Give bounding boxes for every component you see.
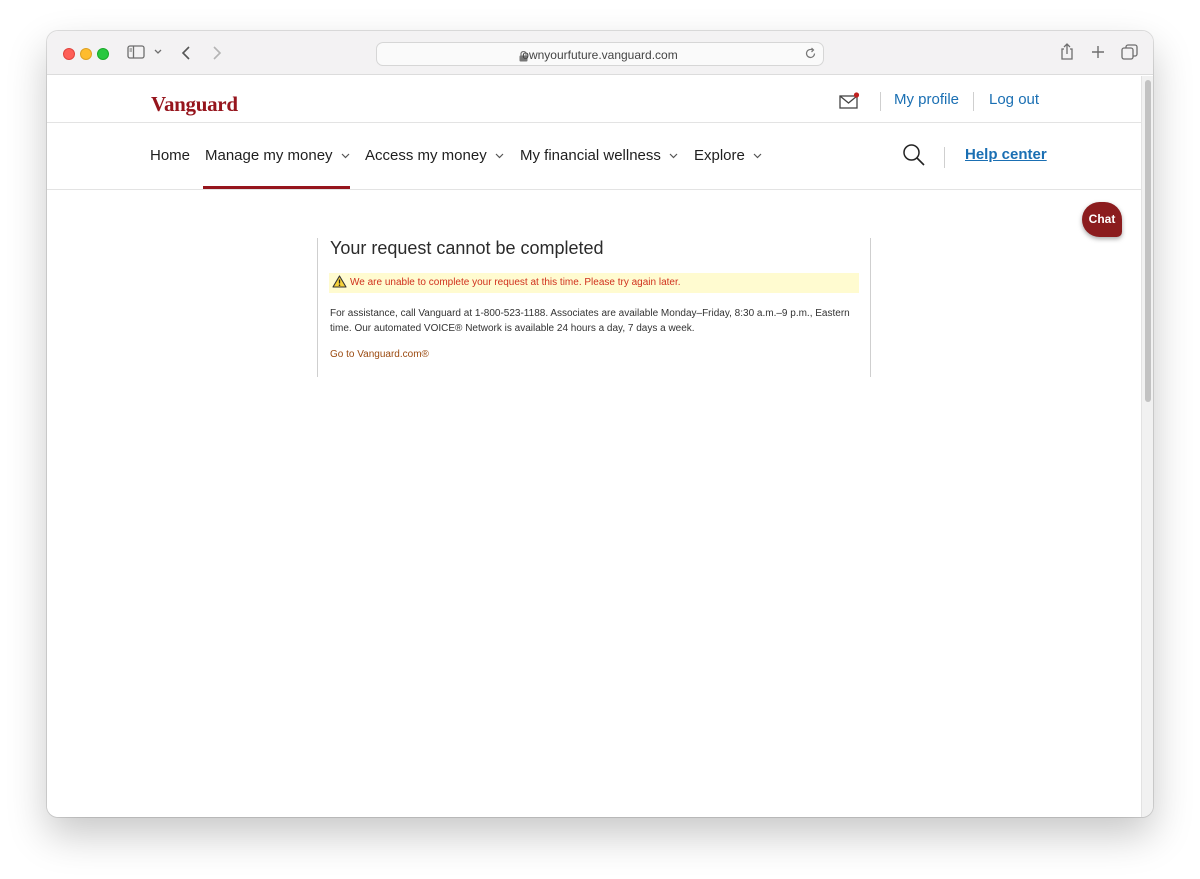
chevron-down-icon [753,146,762,163]
error-alert-text: We are unable to complete your request a… [350,277,681,288]
go-to-vanguard-link[interactable]: Go to Vanguard.com® [330,349,429,360]
nav-item-explore[interactable]: Explore [694,147,762,165]
forward-icon[interactable] [212,45,222,61]
nav-item-access-my-money[interactable]: Access my money [365,147,504,165]
address-bar[interactable]: ownyourfuture.vanguard.com [376,42,824,66]
nav-item-my-financial-wellness[interactable]: My financial wellness [520,147,678,165]
sidebar-toggle-icon[interactable] [127,45,145,59]
browser-toolbar: ownyourfuture.vanguard.com [47,31,1153,75]
chevron-down-icon [341,146,350,163]
tab-overview-icon[interactable] [1121,44,1138,61]
nav-item-manage-my-money[interactable]: Manage my money [205,147,350,165]
back-icon[interactable] [181,45,191,61]
assistance-line: time. Our automated VOICE® Network is av… [330,323,695,334]
page-content: Vanguard My profile Log out Home Manage … [47,76,1141,817]
nav-item-label: Explore [694,147,745,164]
nav-item-label: Manage my money [205,147,333,164]
zoom-window-button[interactable] [97,48,109,60]
minimize-window-button[interactable] [80,48,92,60]
new-tab-icon[interactable] [1091,45,1105,59]
assistance-text: For assistance, call Vanguard at 1-800-5… [330,306,860,336]
nav-item-label: Access my money [365,147,487,164]
search-icon[interactable] [902,143,926,172]
vanguard-logo[interactable]: Vanguard [151,92,238,117]
nav-divider-line [47,189,1141,190]
mail-icon[interactable] [839,92,861,115]
assistance-line: For assistance, call Vanguard at 1-800-5… [330,308,850,319]
nav-item-label: My financial wellness [520,147,661,164]
error-alert: We are unable to complete your request a… [329,273,859,293]
chat-button[interactable]: Chat [1082,202,1122,237]
header-divider [973,92,974,111]
header-divider-line [47,122,1141,123]
header-divider [880,92,881,111]
warning-icon [332,275,347,293]
nav-item-home[interactable]: Home [150,147,190,164]
reload-icon[interactable] [804,47,817,65]
url-text: ownyourfuture.vanguard.com [522,48,678,62]
close-window-button[interactable] [63,48,75,60]
share-icon[interactable] [1060,43,1074,61]
chevron-down-icon [669,146,678,163]
browser-window: ownyourfuture.vanguard.com Vanguard My p… [47,31,1153,817]
help-center-link[interactable]: Help center [965,146,1047,163]
log-out-link[interactable]: Log out [989,91,1039,108]
error-panel: Your request cannot be completed We are … [317,238,871,377]
my-profile-link[interactable]: My profile [894,91,959,108]
nav-divider [944,147,945,168]
chevron-down-icon[interactable] [154,49,162,55]
chevron-down-icon [495,146,504,163]
scrollbar-thumb[interactable] [1145,80,1151,402]
scrollbar[interactable] [1141,76,1153,817]
error-title: Your request cannot be completed [330,238,604,258]
nav-item-label: Home [150,147,191,164]
